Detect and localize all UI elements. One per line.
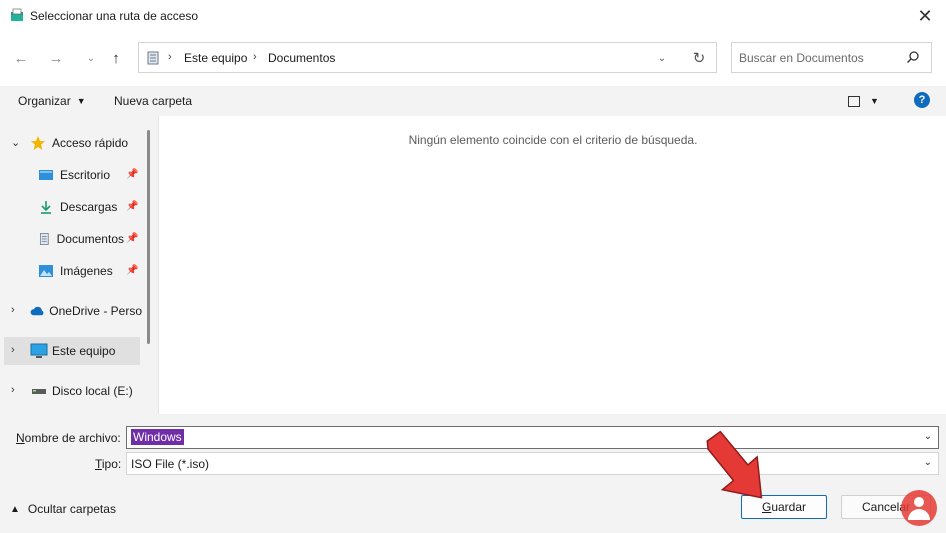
pin-icon: 📌 <box>126 201 139 212</box>
search-box[interactable] <box>731 42 932 73</box>
search-icon[interactable] <box>906 50 920 64</box>
computer-icon <box>30 343 48 358</box>
nav-label: Este equipo <box>52 344 116 358</box>
chevron-down-icon[interactable]: ⌄ <box>924 457 932 468</box>
desktop-icon <box>39 170 53 180</box>
nav-este-equipo[interactable]: Este equipo <box>30 337 140 365</box>
arrow-left-icon: ← <box>13 49 29 67</box>
nav-label: Descargas <box>60 200 118 214</box>
accesskey: N <box>16 431 25 445</box>
help-icon: ? <box>918 94 926 106</box>
nav-item-documentos[interactable]: Documentos <box>38 225 124 253</box>
nav-item-imagenes[interactable]: Imágenes <box>38 257 128 285</box>
save-label: uardar <box>771 500 807 514</box>
scrollbar-thumb[interactable] <box>147 130 150 344</box>
nav-item-escritorio[interactable]: Escritorio <box>38 161 128 189</box>
annotation-arrow-icon <box>706 430 763 499</box>
navigation-pane: ⌄ Acceso rápido Escritorio 📌 Descargas 📌… <box>0 116 158 414</box>
organize-label: Organizar <box>18 94 71 108</box>
recent-locations-button[interactable]: ⌄ <box>78 45 104 71</box>
empty-message: Ningún elemento coincide con el criterio… <box>408 133 698 147</box>
save-form: Nombre de archivo: Windows ⌄ Tipo: ISO F… <box>0 414 946 533</box>
breadcrumb-documentos[interactable]: Documentos <box>268 51 335 65</box>
view-square-icon <box>848 95 860 107</box>
filename-value[interactable]: Windows <box>131 429 184 445</box>
refresh-button[interactable]: ↻ <box>688 49 710 67</box>
breadcrumb-separator: › <box>168 51 172 63</box>
pin-icon: 📌 <box>126 233 139 244</box>
arrow-right-icon: → <box>48 49 64 67</box>
close-button[interactable]: ✕ <box>912 4 938 28</box>
command-bar: Organizar ▼ Nueva carpeta ▼ ? <box>0 86 946 116</box>
nav-disco-local[interactable]: Disco local (E:) <box>30 377 142 405</box>
help-button[interactable]: ? <box>914 92 930 108</box>
new-folder-button[interactable]: Nueva carpeta <box>108 92 198 110</box>
type-label: Tipo: <box>95 457 121 471</box>
breadcrumb-separator[interactable]: › <box>253 51 257 63</box>
back-button[interactable]: ← <box>8 45 34 71</box>
nav-label: Documentos <box>56 232 124 246</box>
pictures-icon <box>39 265 53 277</box>
nav-item-descargas[interactable]: Descargas <box>38 193 128 221</box>
address-dropdown-button[interactable]: ⌄ <box>651 49 673 67</box>
close-icon: ✕ <box>917 5 933 26</box>
chevron-right-icon[interactable]: › <box>11 344 15 356</box>
title-bar: Seleccionar una ruta de acceso ✕ <box>0 0 946 32</box>
label-text: ipo: <box>101 457 122 471</box>
new-folder-label: Nueva carpeta <box>114 94 193 108</box>
pin-icon: 📌 <box>126 265 139 276</box>
chevron-down-icon[interactable]: ⌄ <box>924 431 932 442</box>
nav-label: Acceso rápido <box>52 136 129 150</box>
pin-icon: 📌 <box>126 169 139 180</box>
nav-label: Escritorio <box>60 168 111 182</box>
nav-label: Imágenes <box>60 264 113 278</box>
chevron-right-icon[interactable]: › <box>11 384 15 396</box>
refresh-icon: ↻ <box>692 50 706 67</box>
chevron-right-icon[interactable]: › <box>11 304 15 316</box>
organize-button[interactable]: Organizar ▼ <box>12 92 92 110</box>
hide-folders-label: Ocultar carpetas <box>27 502 116 516</box>
folder-app-icon <box>11 8 23 21</box>
filename-label: Nombre de archivo: <box>16 431 121 445</box>
nav-quick-access[interactable]: Acceso rápido <box>30 129 128 157</box>
download-icon <box>41 201 51 214</box>
caret-up-icon: ▲ <box>10 503 20 515</box>
breadcrumb-este-equipo[interactable]: Este equipo <box>184 51 247 65</box>
up-button[interactable]: ↑ <box>103 45 129 71</box>
documents-icon <box>147 51 159 65</box>
chevron-down-icon: ⌄ <box>86 52 96 64</box>
arrow-up-icon: ↑ <box>112 49 120 67</box>
view-options-button[interactable]: ▼ <box>848 92 888 110</box>
star-icon <box>31 136 45 150</box>
forward-button[interactable]: → <box>43 45 69 71</box>
address-bar[interactable]: › Este equipo › Documentos ⌄ ↻ <box>138 42 717 73</box>
documents-icon <box>39 233 49 245</box>
nav-label: OneDrive - Perso <box>49 304 142 318</box>
window-title: Seleccionar una ruta de acceso <box>30 9 199 23</box>
chevron-down-icon: ⌄ <box>657 52 667 64</box>
filename-field[interactable]: Windows ⌄ <box>126 426 939 449</box>
nav-label: Disco local (E:) <box>52 384 133 398</box>
chevron-expanded-icon[interactable]: ⌄ <box>11 136 20 149</box>
nav-onedrive[interactable]: OneDrive - Perso <box>30 297 142 325</box>
accesskey: T <box>95 457 102 471</box>
search-input[interactable] <box>739 49 899 66</box>
hide-folders-button[interactable]: ▲ Ocultar carpetas <box>10 502 116 516</box>
label-text: ombre de archivo: <box>24 431 121 445</box>
file-type-select[interactable]: ISO File (*.iso) ⌄ <box>126 452 939 475</box>
caret-down-icon: ▼ <box>76 96 86 106</box>
file-type-value: ISO File (*.iso) <box>131 457 210 471</box>
file-list[interactable]: Ningún elemento coincide con el criterio… <box>158 116 946 414</box>
watermark-logo-icon <box>901 490 937 526</box>
caret-down-icon: ▼ <box>870 96 879 106</box>
drive-icon <box>32 389 46 394</box>
cloud-icon <box>30 306 44 316</box>
